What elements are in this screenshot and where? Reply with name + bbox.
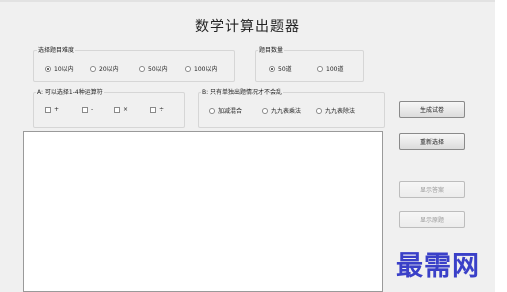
difficulty-option-100[interactable]: 100以内 [185,64,217,73]
difficulty-option-50[interactable]: 50以内 [139,64,168,73]
generate-button[interactable]: 生成试卷 [399,101,465,118]
operator-minus-checkbox[interactable]: - [82,106,93,113]
operators-group-label: A: 可以选择1-4种运算符 [36,87,104,96]
quantity-option-50[interactable]: 50道 [269,64,292,73]
checkbox-icon[interactable] [114,106,120,113]
quantity-group-label: 题目数量 [258,45,285,54]
difficulty-option-10[interactable]: 10以内 [45,64,74,73]
radio-icon[interactable] [316,107,322,114]
special-option-multiply-table[interactable]: 九九表乘法 [262,106,301,115]
quantity-option-100[interactable]: 100道 [317,64,343,73]
radio-icon[interactable] [269,65,275,72]
radio-icon[interactable] [185,65,191,72]
desktop-edge [495,0,507,292]
show-question-button[interactable]: 显示原题 [399,211,465,228]
radio-icon[interactable] [139,65,145,72]
show-answer-button[interactable]: 显示答案 [399,181,465,198]
special-option-divide-table[interactable]: 九九表除法 [316,106,355,115]
difficulty-group-label: 选择题目难度 [37,45,76,54]
reset-button[interactable]: 重新选择 [399,133,465,150]
top-border [0,0,495,2]
radio-icon[interactable] [262,107,268,114]
operator-multiply-checkbox[interactable]: × [114,106,128,113]
radio-icon[interactable] [45,65,51,72]
difficulty-option-20[interactable]: 20以内 [90,64,119,73]
checkbox-icon[interactable] [45,106,51,113]
radio-icon[interactable] [209,107,215,114]
special-option-mixed[interactable]: 加减混合 [209,106,242,115]
radio-icon[interactable] [90,65,96,72]
radio-icon[interactable] [317,65,323,72]
operator-plus-checkbox[interactable]: + [45,106,59,113]
special-group-label: B: 只有单独出题情况才不会乱 [201,87,284,96]
output-textarea[interactable] [23,131,383,292]
page-title: 数学计算出题器 [195,19,300,35]
operator-divide-checkbox[interactable]: ÷ [150,106,164,113]
watermark-text: 最需网 [396,251,480,282]
checkbox-icon[interactable] [82,106,88,113]
checkbox-icon[interactable] [150,106,156,113]
